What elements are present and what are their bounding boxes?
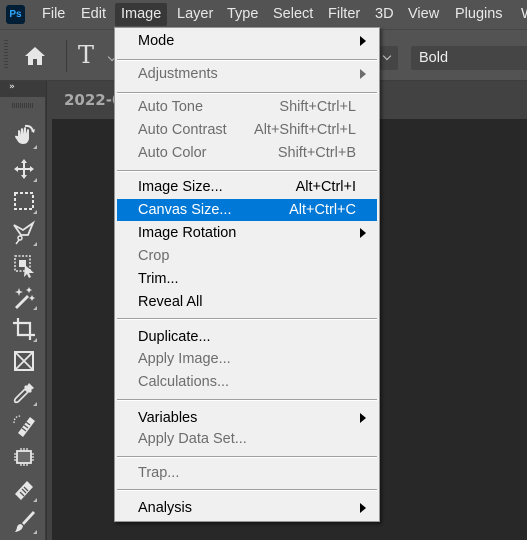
tool-flyout-indicator bbox=[33, 402, 37, 406]
menu-select[interactable]: Select bbox=[267, 3, 319, 26]
submenu-arrow-icon bbox=[360, 69, 366, 79]
magic-wand-icon[interactable] bbox=[10, 283, 38, 311]
tool-flyout-indicator bbox=[33, 210, 37, 214]
submenu-arrow-icon bbox=[360, 413, 366, 423]
toolbar-header: » bbox=[0, 81, 46, 97]
menu-edit[interactable]: Edit bbox=[75, 3, 112, 26]
menu-file[interactable]: File bbox=[36, 3, 71, 26]
chevron-down-icon bbox=[382, 51, 392, 61]
menu-item-adjustments[interactable]: Adjustments bbox=[117, 63, 377, 85]
menu-separator bbox=[117, 399, 377, 401]
object-selection-icon[interactable] bbox=[10, 251, 38, 279]
image-menu-dropdown: Mode Adjustments Auto Tone Shift+Ctrl+L … bbox=[114, 27, 380, 522]
menu-item-trim[interactable]: Trim... bbox=[117, 268, 377, 290]
menu-item-auto-contrast[interactable]: Auto Contrast Alt+Shift+Ctrl+L bbox=[117, 119, 377, 141]
menu-separator bbox=[117, 489, 377, 491]
options-bar-grip[interactable] bbox=[4, 40, 8, 70]
menu-layer[interactable]: Layer bbox=[171, 3, 219, 26]
menu-separator bbox=[117, 59, 377, 61]
crop-icon[interactable] bbox=[10, 315, 38, 343]
tools-panel bbox=[0, 97, 46, 540]
options-divider bbox=[66, 40, 67, 72]
menu-item-crop[interactable]: Crop bbox=[117, 245, 377, 267]
menu-separator bbox=[117, 92, 377, 94]
type-tool-icon[interactable]: T bbox=[78, 41, 94, 69]
toolbar-grip[interactable] bbox=[12, 103, 34, 108]
submenu-arrow-icon bbox=[360, 503, 366, 513]
tool-flyout-indicator bbox=[33, 145, 37, 149]
healing-brush-icon[interactable] bbox=[10, 411, 38, 439]
menu-item-apply-image[interactable]: Apply Image... bbox=[117, 348, 377, 370]
menu-item-auto-color[interactable]: Auto Color Shift+Ctrl+B bbox=[117, 142, 377, 164]
menu-window[interactable]: W bbox=[515, 3, 527, 26]
home-icon[interactable] bbox=[24, 46, 46, 66]
menu-plugins[interactable]: Plugins bbox=[449, 3, 509, 26]
menu-item-image-rotation[interactable]: Image Rotation bbox=[117, 222, 377, 244]
menu-item-apply-data-set[interactable]: Apply Data Set... bbox=[117, 428, 377, 450]
move-icon[interactable] bbox=[10, 155, 38, 183]
tool-flyout-indicator bbox=[33, 178, 37, 182]
tool-flyout-indicator bbox=[33, 306, 37, 310]
hand-rotate-icon[interactable] bbox=[10, 122, 38, 150]
menu-separator bbox=[117, 318, 377, 320]
marquee-icon[interactable] bbox=[10, 187, 38, 215]
menu-3d[interactable]: 3D bbox=[369, 3, 400, 26]
lasso-icon[interactable] bbox=[10, 219, 38, 247]
font-family-dropdown[interactable] bbox=[380, 46, 398, 70]
tool-flyout-indicator bbox=[33, 242, 37, 246]
collapse-toolbar-icon[interactable]: » bbox=[9, 82, 15, 92]
tool-flyout-indicator bbox=[33, 498, 37, 502]
menu-item-reveal-all[interactable]: Reveal All bbox=[117, 291, 377, 313]
menu-item-analysis[interactable]: Analysis bbox=[117, 497, 377, 519]
eyedropper-icon[interactable] bbox=[10, 379, 38, 407]
submenu-arrow-icon bbox=[360, 228, 366, 238]
tool-flyout-indicator bbox=[33, 338, 37, 342]
menu-item-image-size[interactable]: Image Size... Alt+Ctrl+I bbox=[117, 176, 377, 198]
brush-icon[interactable] bbox=[10, 507, 38, 535]
menu-bar: Ps File Edit Image Layer Type Select Fil… bbox=[0, 0, 527, 29]
menu-separator bbox=[117, 170, 377, 172]
menu-image[interactable]: Image bbox=[115, 3, 168, 26]
frame-icon[interactable] bbox=[10, 347, 38, 375]
bandage-icon[interactable] bbox=[10, 475, 38, 503]
menu-view[interactable]: View bbox=[402, 3, 445, 26]
font-style-dropdown[interactable]: Bold bbox=[411, 46, 527, 70]
photoshop-logo-icon: Ps bbox=[6, 5, 25, 24]
menu-item-trap[interactable]: Trap... bbox=[117, 462, 377, 484]
patch-icon[interactable] bbox=[10, 443, 38, 471]
menu-filter[interactable]: Filter bbox=[322, 3, 366, 26]
menu-item-variables[interactable]: Variables bbox=[117, 407, 377, 429]
menu-item-duplicate[interactable]: Duplicate... bbox=[117, 326, 377, 348]
menu-item-auto-tone[interactable]: Auto Tone Shift+Ctrl+L bbox=[117, 96, 377, 118]
menu-item-mode[interactable]: Mode bbox=[117, 30, 377, 52]
menu-item-canvas-size[interactable]: Canvas Size... Alt+Ctrl+C bbox=[117, 199, 377, 221]
submenu-arrow-icon bbox=[360, 36, 366, 46]
menu-type[interactable]: Type bbox=[221, 3, 264, 26]
menu-item-calculations[interactable]: Calculations... bbox=[117, 371, 377, 393]
menu-separator bbox=[117, 456, 377, 458]
tool-flyout-indicator bbox=[33, 530, 37, 534]
